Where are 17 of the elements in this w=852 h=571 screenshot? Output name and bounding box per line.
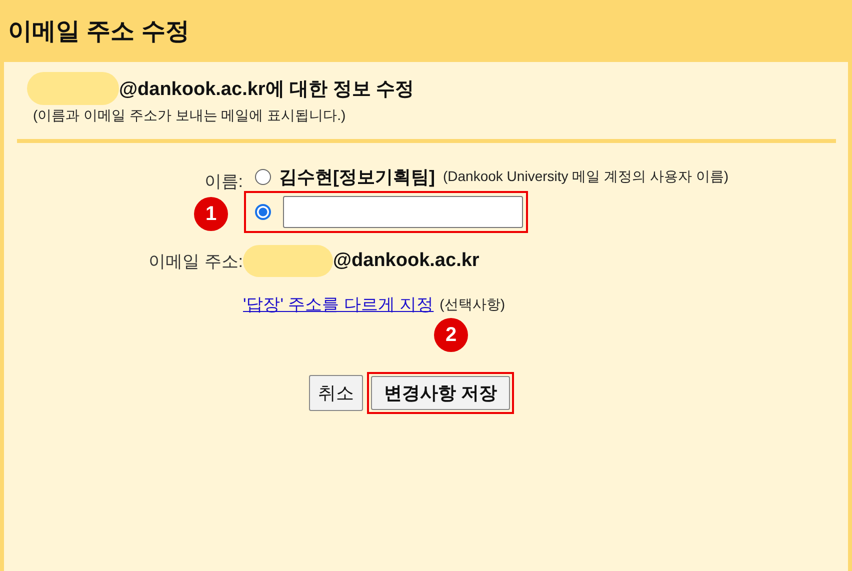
callout-marker: 1 <box>194 197 228 231</box>
email-domain: @dankook.ac.kr <box>333 250 480 272</box>
option-note: (Dankook University 메일 계정의 사용자 이름) <box>443 168 728 186</box>
save-button[interactable]: 변경사항 저장 <box>371 376 510 410</box>
cancel-button[interactable]: 취소 <box>309 375 363 411</box>
field-label: 이메일 주소: <box>148 252 243 270</box>
optional-note: (선택사항) <box>440 296 505 314</box>
radio-button[interactable] <box>255 169 271 185</box>
window-title: 이메일 주소 수정 <box>8 17 190 47</box>
heading-note: (이름과 이메일 주소가 보내는 메일에 표시됩니다.) <box>33 107 347 125</box>
callout-marker: 2 <box>434 318 468 352</box>
name-input-field[interactable] <box>283 196 523 228</box>
radio-button[interactable] <box>255 204 271 220</box>
reply-address-link[interactable]: '답장' 주소를 다르게 지정 <box>243 293 434 316</box>
heading: @dankook.ac.kr에 대한 정보 수정 <box>119 78 414 102</box>
field-label: 이름: <box>204 172 243 191</box>
option-label: 김수현[정보기획팀] <box>279 166 435 189</box>
